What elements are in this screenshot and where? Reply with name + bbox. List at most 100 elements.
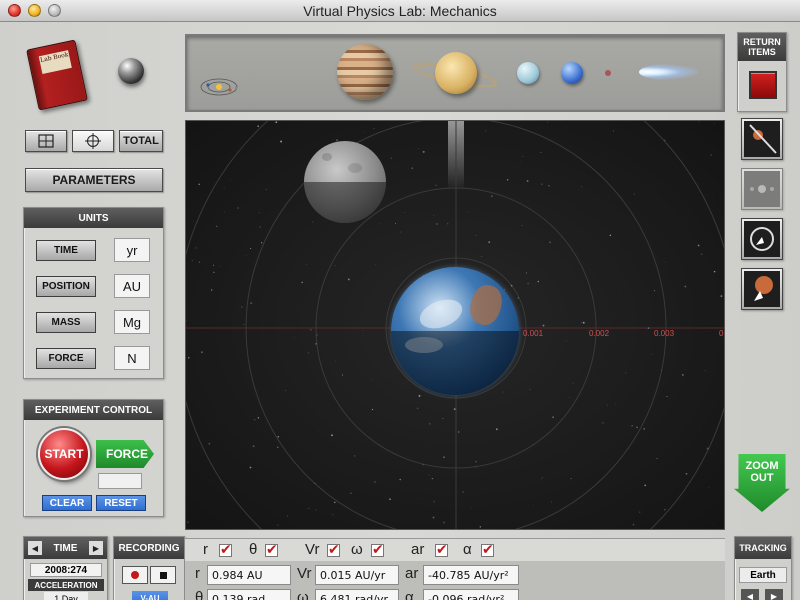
- marble-item[interactable]: [118, 58, 144, 84]
- toggle-ar-label: ar: [411, 541, 425, 558]
- grid-icon: [38, 134, 54, 148]
- stop-icon: [159, 571, 167, 579]
- readout-ar-value: -40.785 AU/yr²: [423, 565, 519, 585]
- record-icon: [131, 571, 139, 579]
- toggle-theta-label: θ: [249, 541, 258, 558]
- lab-book-button[interactable]: Lab Book: [26, 39, 88, 111]
- time-date-value: 2008:274: [30, 563, 102, 577]
- return-items-button[interactable]: [749, 71, 777, 99]
- toggle-theta-checkbox[interactable]: [265, 541, 278, 558]
- toggle-r-label: r: [203, 541, 208, 558]
- position-unit-value: AU: [114, 274, 150, 298]
- saturn-item[interactable]: [411, 46, 499, 102]
- pluto-item[interactable]: [605, 70, 611, 76]
- zoom-out-button[interactable]: ZOOM OUT: [734, 454, 790, 512]
- toggle-row: r θ Vr ω ar α: [185, 539, 725, 561]
- orbit-trace-tool[interactable]: [741, 118, 783, 160]
- moon-body[interactable]: [304, 141, 386, 223]
- force-unit-value: N: [114, 346, 150, 370]
- toggle-vr-checkbox[interactable]: [327, 541, 340, 558]
- force-button[interactable]: FORCE: [96, 440, 154, 468]
- readout-theta-value: 0.139 rad: [207, 589, 291, 600]
- rotation-icon: [744, 221, 780, 257]
- acceleration-label: ACCELERATION: [28, 579, 104, 591]
- tracking-value: Earth: [739, 567, 787, 583]
- readout-omega-value: 6.481 rad/yr: [315, 589, 399, 600]
- recording-panel: RECORDING V-AU: [113, 536, 185, 600]
- time-unit-value: yr: [114, 238, 150, 262]
- readout-theta-symbol: θ: [195, 589, 204, 600]
- tracking-prev-button[interactable]: ◀: [741, 589, 759, 600]
- readout-r-symbol: r: [195, 565, 200, 582]
- toggle-ar-checkbox[interactable]: [435, 541, 448, 558]
- toggle-omega-label: ω: [351, 541, 363, 558]
- window-title: Virtual Physics Lab: Mechanics: [303, 3, 497, 19]
- units-title: UNITS: [24, 208, 163, 228]
- comet-item[interactable]: [639, 64, 699, 80]
- earth-body[interactable]: [391, 267, 519, 395]
- orbit-trace-icon: [744, 121, 780, 157]
- item-palette: [185, 34, 725, 112]
- time-label: TIME: [53, 542, 78, 554]
- time-next-button[interactable]: ▶: [89, 541, 103, 555]
- readout-omega-symbol: ω: [297, 589, 309, 600]
- toggle-vr-label: Vr: [305, 541, 320, 558]
- stop-button[interactable]: [150, 566, 176, 584]
- rotation-tool[interactable]: [741, 218, 783, 260]
- record-button[interactable]: [122, 566, 148, 584]
- position-unit-button[interactable]: POSITION: [36, 276, 96, 297]
- simulation-viewport[interactable]: 0.001 0.002 0.003 0: [185, 120, 725, 530]
- app-body: Lab Book TOTAL PARAMETERS UNITS TIME yr …: [0, 22, 800, 600]
- toggle-alpha-checkbox[interactable]: [481, 541, 494, 558]
- mass-unit-value: Mg: [114, 310, 150, 334]
- start-button[interactable]: START: [38, 428, 90, 480]
- av-button[interactable]: V-AU: [132, 591, 168, 600]
- readout-vr-value: 0.015 AU/yr: [315, 565, 399, 585]
- total-view-button[interactable]: TOTAL: [119, 130, 163, 152]
- acceleration-value[interactable]: 1 Day: [44, 592, 88, 600]
- parameters-button[interactable]: PARAMETERS: [25, 168, 163, 192]
- grid-view-button[interactable]: [25, 130, 67, 152]
- axis-tick-label: 0.001: [523, 329, 544, 338]
- apply-force-tool[interactable]: [741, 268, 783, 310]
- time-panel: ◀ TIME ▶ 2008:274 ACCELERATION 1 Day: [23, 536, 108, 600]
- start-label: START: [44, 447, 84, 461]
- time-panel-head: ◀ TIME ▶: [24, 537, 107, 559]
- readout-bar: r θ Vr ω ar α r 0.984 AU Vr 0.015 AU/yr …: [185, 538, 725, 600]
- experiment-control-panel: EXPERIMENT CONTROL START FORCE CLEAR RES…: [23, 399, 164, 517]
- experiment-control-title: EXPERIMENT CONTROL: [24, 400, 163, 420]
- mass-unit-button[interactable]: MASS: [36, 312, 96, 333]
- force-value-field[interactable]: [98, 473, 142, 489]
- readout-alpha-symbol: α: [405, 589, 414, 600]
- neptune-item[interactable]: [561, 62, 583, 84]
- time-unit-button[interactable]: TIME: [36, 240, 96, 261]
- tracking-next-button[interactable]: ▶: [765, 589, 783, 600]
- crosshair-view-button[interactable]: [72, 130, 114, 152]
- readout-r-value: 0.984 AU: [207, 565, 291, 585]
- time-prev-button[interactable]: ◀: [28, 541, 42, 555]
- uranus-item[interactable]: [517, 62, 539, 84]
- tracking-panel: TRACKING Earth ◀ ▶: [734, 536, 792, 600]
- axis-tick-label: 0.003: [654, 329, 675, 338]
- force-unit-button[interactable]: FORCE: [36, 348, 96, 369]
- apply-force-icon: [744, 271, 780, 307]
- reset-button[interactable]: RESET: [96, 495, 146, 511]
- window-titlebar: Virtual Physics Lab: Mechanics: [0, 0, 800, 22]
- toggle-r-checkbox[interactable]: [219, 541, 232, 558]
- readout-vr-symbol: Vr: [297, 565, 312, 582]
- clear-button[interactable]: CLEAR: [42, 495, 92, 511]
- toggle-alpha-label: α: [463, 541, 472, 558]
- field-view-tool[interactable]: [741, 168, 783, 210]
- jupiter-item[interactable]: [337, 44, 393, 100]
- crosshair-icon: [85, 133, 101, 149]
- axis-tick-label: 0: [719, 329, 724, 338]
- solar-system-icon[interactable]: [199, 76, 239, 98]
- readout-ar-symbol: ar: [405, 565, 419, 582]
- zoom-out-label: ZOOM OUT: [745, 460, 779, 484]
- return-items-title: RETURN ITEMS: [738, 33, 786, 61]
- lab-book-label: Lab Book: [38, 50, 72, 74]
- field-view-icon: [744, 171, 780, 207]
- toggle-omega-checkbox[interactable]: [371, 541, 384, 558]
- axis-tick-label: 0.002: [589, 329, 610, 338]
- return-items-panel: RETURN ITEMS: [737, 32, 787, 112]
